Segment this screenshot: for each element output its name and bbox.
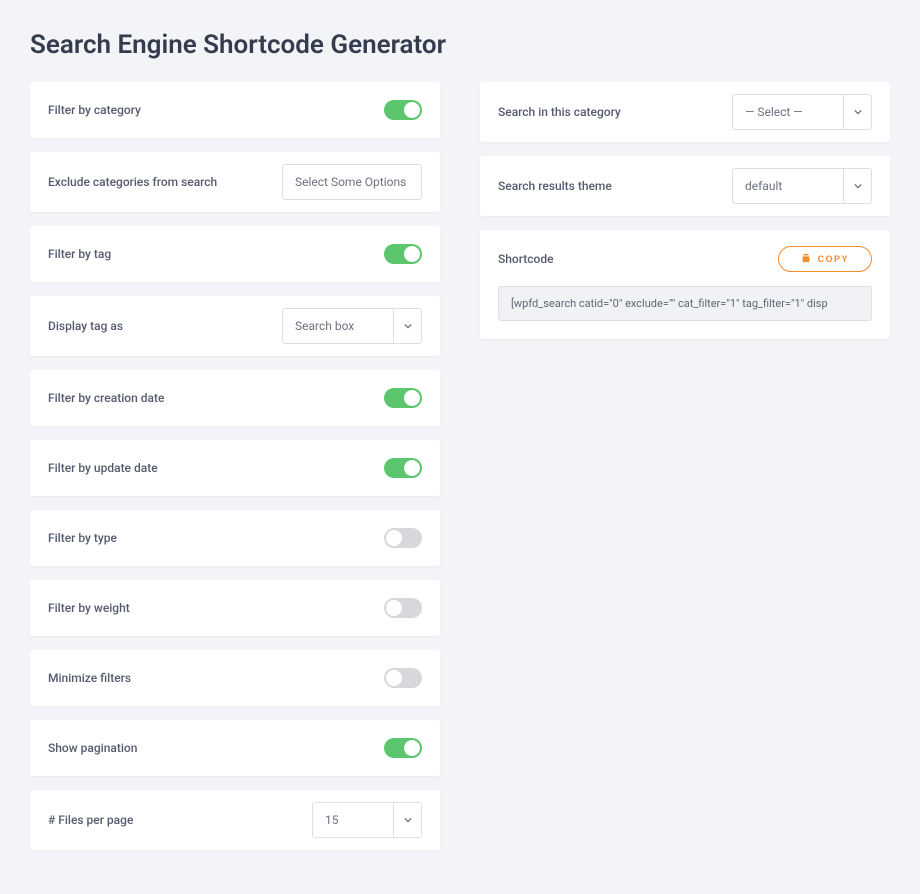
select-files-per-page[interactable]: 15 [312,802,422,838]
row-search-category: Search in this category — Select — [480,82,890,142]
row-results-theme: Search results theme default [480,156,890,216]
select-search-category[interactable]: — Select — [732,94,872,130]
chevron-down-icon [843,169,871,203]
row-filter-tag: Filter by tag [30,226,440,282]
row-filter-update-date: Filter by update date [30,440,440,496]
copy-button-label: COPY [817,254,849,264]
label-filter-update-date: Filter by update date [48,461,158,475]
row-filter-weight: Filter by weight [30,580,440,636]
select-results-theme-value: default [733,169,843,203]
multiselect-exclude-categories[interactable]: Select Some Options [282,164,422,200]
select-display-tag-as-value: Search box [283,309,393,343]
row-show-pagination: Show pagination [30,720,440,776]
label-filter-category: Filter by category [48,103,141,117]
label-display-tag-as: Display tag as [48,319,123,333]
row-minimize-filters: Minimize filters [30,650,440,706]
row-files-per-page: # Files per page 15 [30,790,440,850]
left-column: Filter by category Exclude categories fr… [30,82,440,864]
label-filter-tag: Filter by tag [48,247,111,261]
chevron-down-icon [843,95,871,129]
row-display-tag-as: Display tag as Search box [30,296,440,356]
select-search-category-value: — Select — [733,95,843,129]
select-results-theme[interactable]: default [732,168,872,204]
toggle-filter-tag[interactable] [384,244,422,264]
toggle-filter-category[interactable] [384,100,422,120]
row-filter-type: Filter by type [30,510,440,566]
label-files-per-page: # Files per page [48,813,133,827]
label-results-theme: Search results theme [498,179,612,193]
copy-icon [801,253,811,265]
shortcode-output[interactable]: [wpfd_search catid="0" exclude="" cat_fi… [498,286,872,321]
label-shortcode: Shortcode [498,252,554,266]
toggle-minimize-filters[interactable] [384,668,422,688]
right-column: Search in this category — Select — Searc… [480,82,890,864]
chevron-down-icon [393,309,421,343]
chevron-down-icon [393,803,421,837]
toggle-filter-type[interactable] [384,528,422,548]
toggle-filter-creation-date[interactable] [384,388,422,408]
copy-button[interactable]: COPY [778,246,872,272]
row-filter-category: Filter by category [30,82,440,138]
label-show-pagination: Show pagination [48,741,137,755]
label-filter-weight: Filter by weight [48,601,130,615]
label-exclude-categories: Exclude categories from search [48,175,217,189]
toggle-show-pagination[interactable] [384,738,422,758]
row-exclude-categories: Exclude categories from search Select So… [30,152,440,212]
label-search-category: Search in this category [498,105,621,119]
toggle-filter-weight[interactable] [384,598,422,618]
select-files-per-page-value: 15 [313,803,393,837]
toggle-filter-update-date[interactable] [384,458,422,478]
row-filter-creation-date: Filter by creation date [30,370,440,426]
select-display-tag-as[interactable]: Search box [282,308,422,344]
label-filter-creation-date: Filter by creation date [48,391,164,405]
page-title: Search Engine Shortcode Generator [30,30,890,60]
label-minimize-filters: Minimize filters [48,671,131,685]
label-filter-type: Filter by type [48,531,117,545]
row-shortcode: Shortcode COPY [wpfd_search catid="0" ex… [480,230,890,339]
